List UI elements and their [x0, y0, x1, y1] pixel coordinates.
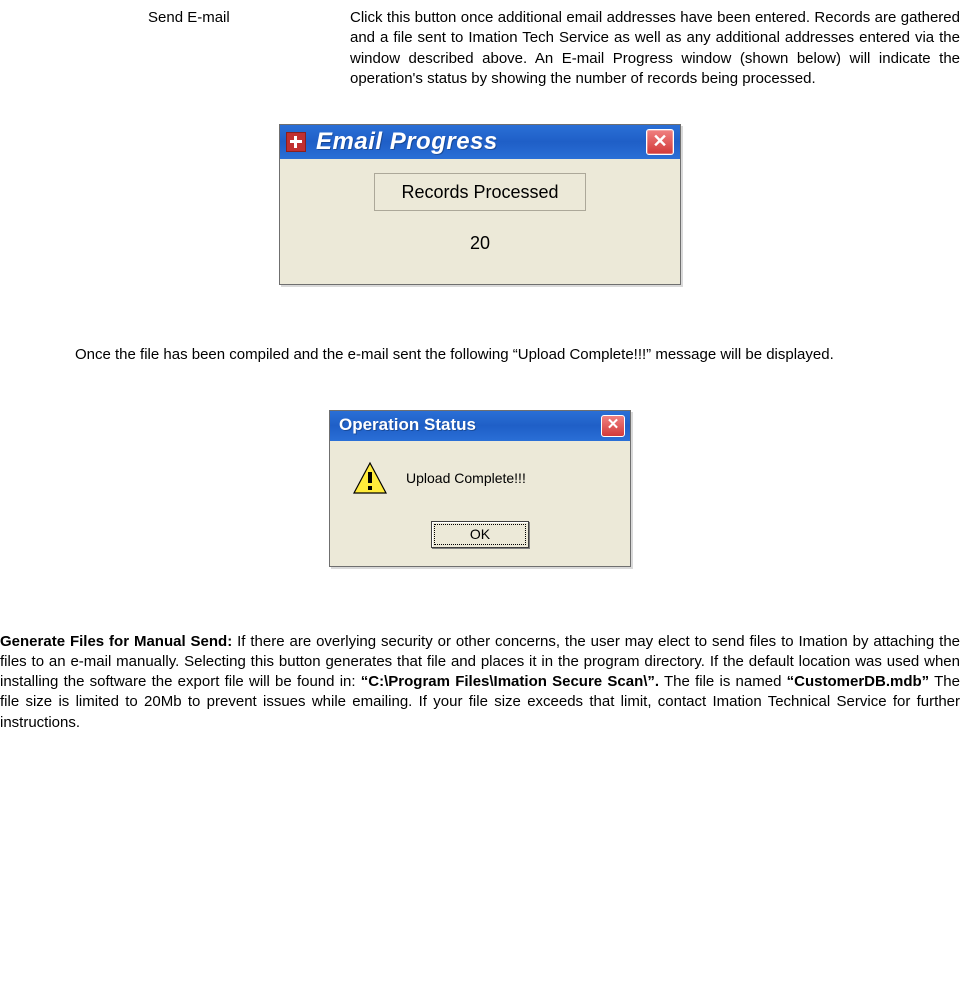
- records-processed-count: 20: [280, 231, 680, 255]
- t2: The file is named: [659, 673, 787, 690]
- definition-row-send-email: Send E-mail Click this button once addit…: [0, 0, 960, 89]
- document-page: Send E-mail Click this button once addit…: [0, 0, 960, 768]
- name-bold: “CustomerDB.mdb”: [787, 673, 930, 690]
- ok-button[interactable]: OK: [431, 521, 529, 548]
- app-icon: [286, 132, 306, 152]
- definition-term: Send E-mail: [0, 8, 350, 89]
- path-bold: “C:\Program Files\Imation Secure Scan\”.: [361, 673, 659, 690]
- records-processed-label: Records Processed: [374, 173, 585, 211]
- email-progress-window: Email Progress ✕ Records Processed 20: [279, 124, 681, 285]
- close-icon[interactable]: ✕: [601, 415, 625, 437]
- lead-bold: Generate Files for Manual Send:: [0, 633, 232, 650]
- close-icon[interactable]: ✕: [646, 129, 674, 155]
- message-row: Upload Complete!!!: [346, 461, 614, 497]
- window-body: Records Processed 20: [280, 159, 680, 284]
- window-body: Upload Complete!!! OK: [330, 441, 630, 566]
- titlebar: Email Progress ✕: [280, 125, 680, 159]
- message-text: Upload Complete!!!: [406, 469, 526, 488]
- figure-operation-status: Operation Status ✕ Upload Complete!!!: [0, 410, 960, 567]
- paragraph-upload-complete-intro: Once the file has been compiled and the …: [0, 345, 960, 365]
- window-title: Email Progress: [316, 126, 646, 158]
- button-row: OK: [346, 521, 614, 548]
- titlebar: Operation Status ✕: [330, 411, 630, 441]
- window-title: Operation Status: [335, 414, 601, 437]
- operation-status-window: Operation Status ✕ Upload Complete!!!: [329, 410, 631, 567]
- definition-body: Click this button once additional email …: [350, 8, 960, 89]
- warning-icon: [352, 461, 388, 497]
- paragraph-generate-files: Generate Files for Manual Send: If there…: [0, 632, 960, 733]
- figure-email-progress: Email Progress ✕ Records Processed 20: [0, 124, 960, 285]
